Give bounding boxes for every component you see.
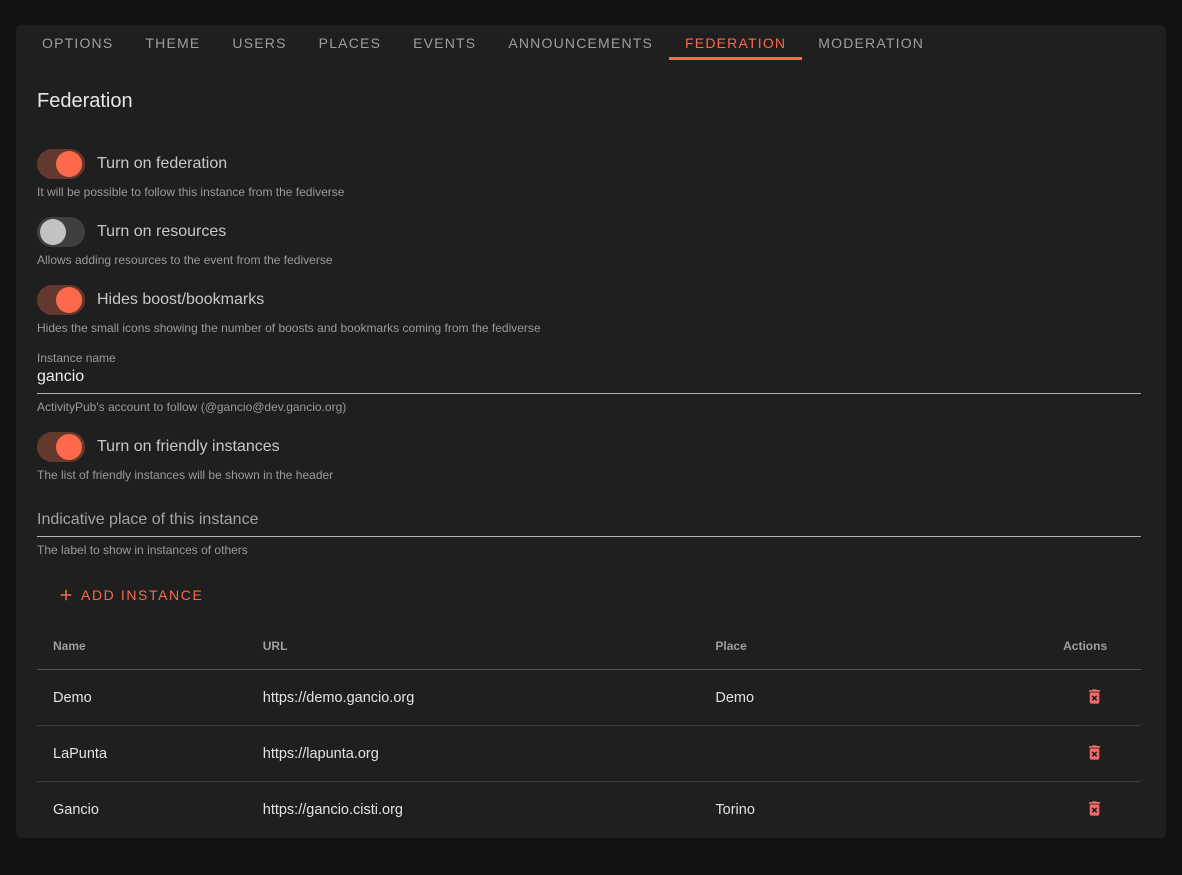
instance-url: https://lapunta.org (247, 726, 700, 782)
tab-places[interactable]: PLACES (303, 25, 397, 60)
federation-toggle-row: Turn on federation (37, 149, 1141, 179)
toggle-thumb (56, 434, 82, 460)
instance-place-input[interactable] (37, 508, 1141, 537)
toggle-thumb (56, 287, 82, 313)
table-row: Gancio https://gancio.cisti.org Torino (37, 782, 1141, 838)
toggle-thumb (56, 151, 82, 177)
column-header-place: Place (699, 623, 1047, 670)
instance-name: Gancio (37, 782, 247, 838)
tab-announcements[interactable]: ANNOUNCEMENTS (492, 25, 669, 60)
column-header-url: URL (247, 623, 700, 670)
toggle-thumb (40, 219, 66, 245)
resources-toggle[interactable] (37, 217, 85, 247)
friendly-toggle-label: Turn on friendly instances (97, 438, 280, 456)
resources-toggle-label: Turn on resources (97, 223, 226, 241)
tab-users[interactable]: USERS (216, 25, 302, 60)
plus-icon (57, 586, 75, 604)
boost-toggle-row: Hides boost/bookmarks (37, 285, 1141, 315)
friendly-toggle-hint: The list of friendly instances will be s… (37, 468, 1141, 482)
table-header-row: Name URL Place Actions (37, 623, 1141, 670)
boost-toggle-hint: Hides the small icons showing the number… (37, 321, 1141, 335)
tab-moderation[interactable]: MODERATION (802, 25, 940, 60)
tab-federation[interactable]: FEDERATION (669, 25, 802, 60)
page-title: Federation (37, 90, 1141, 113)
delete-instance-button[interactable] (1083, 797, 1106, 820)
column-header-actions: Actions (1047, 623, 1141, 670)
table-row: Demo https://demo.gancio.org Demo (37, 670, 1141, 726)
boost-toggle[interactable] (37, 285, 85, 315)
federation-toggle[interactable] (37, 149, 85, 179)
trusted-instances-table: Name URL Place Actions Demo https://demo… (37, 623, 1141, 837)
resources-toggle-row: Turn on resources (37, 217, 1141, 247)
instance-place: Demo (699, 670, 1047, 726)
instance-place: Torino (699, 782, 1047, 838)
federation-toggle-label: Turn on federation (97, 155, 227, 173)
friendly-toggle-row: Turn on friendly instances (37, 432, 1141, 462)
federation-toggle-hint: It will be possible to follow this insta… (37, 185, 1141, 199)
table-row: LaPunta https://lapunta.org (37, 726, 1141, 782)
instance-url: https://gancio.cisti.org (247, 782, 700, 838)
instance-url: https://demo.gancio.org (247, 670, 700, 726)
add-instance-label: ADD INSTANCE (81, 587, 203, 603)
tab-events[interactable]: EVENTS (397, 25, 492, 60)
delete-instance-button[interactable] (1083, 741, 1106, 764)
federation-settings: Federation Turn on federation It will be… (16, 90, 1166, 837)
instance-place-hint: The label to show in instances of others (37, 543, 1141, 557)
instance-name-hint: ActivityPub's account to follow (@gancio… (37, 400, 1141, 414)
admin-tabs: OPTIONS THEME USERS PLACES EVENTS ANNOUN… (16, 25, 1166, 60)
instance-name: Demo (37, 670, 247, 726)
instance-place (699, 726, 1047, 782)
column-header-name: Name (37, 623, 247, 670)
friendly-instances-toggle[interactable] (37, 432, 85, 462)
trash-icon (1085, 687, 1104, 706)
add-instance-button[interactable]: ADD INSTANCE (49, 577, 211, 613)
resources-toggle-hint: Allows adding resources to the event fro… (37, 253, 1141, 267)
boost-toggle-label: Hides boost/bookmarks (97, 291, 264, 309)
delete-instance-button[interactable] (1083, 685, 1106, 708)
instance-name-label: Instance name (37, 351, 1141, 365)
instance-place-field: The label to show in instances of others (37, 508, 1141, 557)
trash-icon (1085, 743, 1104, 762)
instance-name-field: Instance name ActivityPub's account to f… (37, 351, 1141, 414)
tab-options[interactable]: OPTIONS (26, 25, 129, 60)
instance-name: LaPunta (37, 726, 247, 782)
instance-name-input[interactable] (37, 365, 1141, 394)
tab-theme[interactable]: THEME (129, 25, 216, 60)
admin-settings-card: OPTIONS THEME USERS PLACES EVENTS ANNOUN… (16, 25, 1166, 838)
trash-icon (1085, 799, 1104, 818)
